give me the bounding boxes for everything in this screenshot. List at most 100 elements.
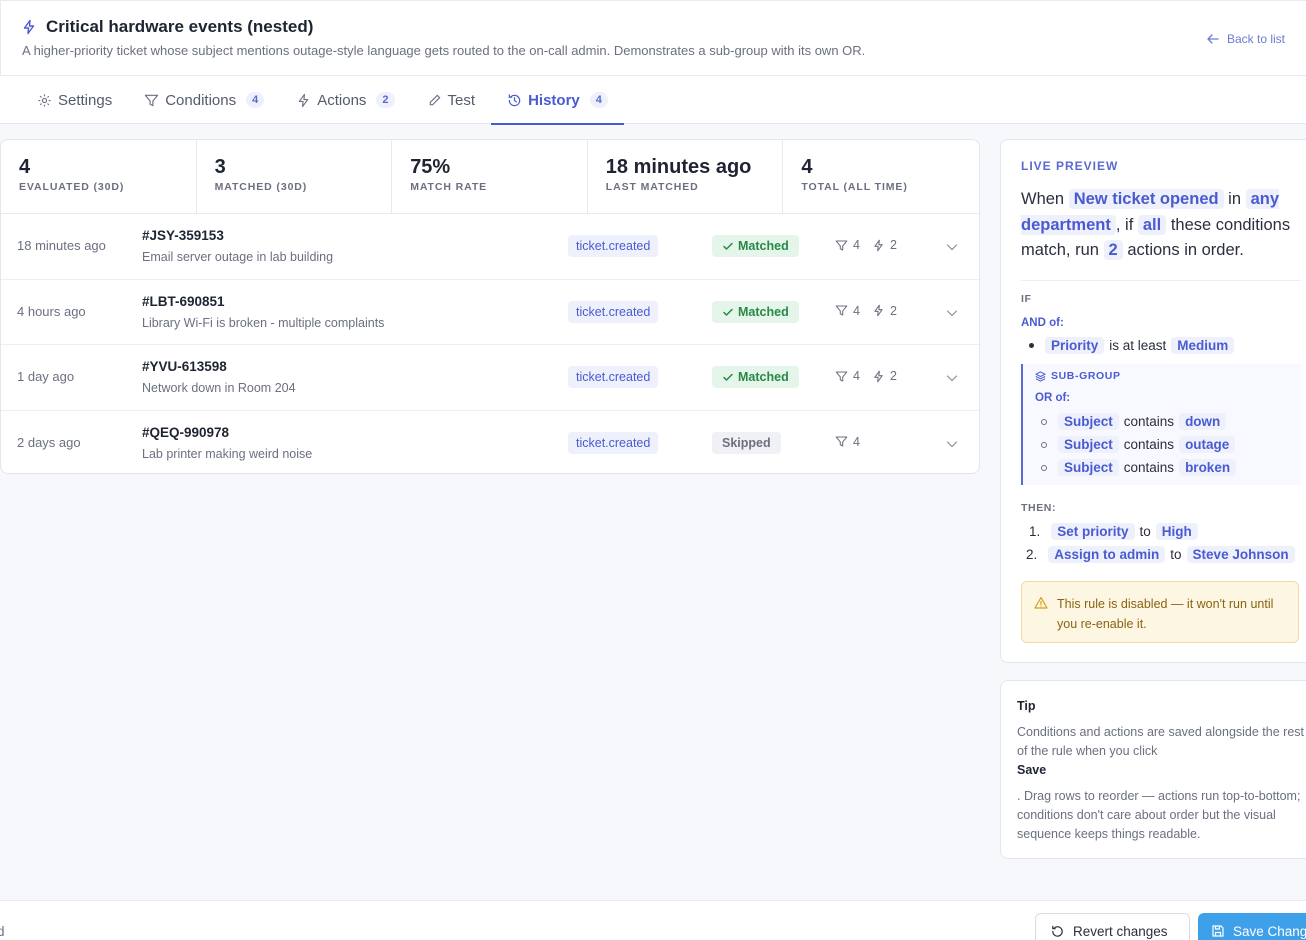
tab-conditions[interactable]: Conditions 4 (128, 76, 280, 124)
save-changes-button[interactable]: Save Changes (1198, 913, 1306, 940)
condition-value: broken (1179, 459, 1237, 476)
save-label: Save Changes (1233, 923, 1306, 939)
row-conditions-count: 4 (835, 369, 860, 383)
stat-value: 4 (19, 156, 31, 178)
tab-test[interactable]: Test (411, 76, 492, 124)
condition-operator: is at least (1109, 338, 1167, 353)
actions-count: 2 (890, 369, 897, 383)
page-header: Critical hardware events (nested) A high… (0, 0, 1306, 76)
check-icon (723, 308, 733, 316)
or-condition-line: Subject contains broken (1041, 459, 1237, 476)
row-ticket-id[interactable]: #QEQ-990978 (142, 425, 229, 440)
chevron-down-icon[interactable] (945, 371, 959, 385)
action-value: High (1155, 523, 1198, 540)
row-ticket-id[interactable]: #JSY-359153 (142, 228, 224, 243)
arrow-left-icon (1207, 34, 1219, 44)
and-label: AND of: (1021, 317, 1064, 329)
tip-save-word: Save (1017, 763, 1047, 777)
status-label: Matched (738, 370, 789, 384)
stat-value: 18 minutes ago (605, 156, 752, 178)
stat-label: TOTAL (ALL TIME) (801, 181, 908, 193)
conditions-count: 4 (853, 369, 860, 383)
tab-history-count: 4 (589, 92, 608, 108)
page-subtitle: A higher-priority ticket whose subject m… (22, 43, 866, 58)
tip-text: . Drag rows to reorder — actions run top… (1017, 789, 1301, 841)
stat-value: 75% (410, 156, 451, 178)
history-card: 4 EVALUATED (30D) 3 MATCHED (30D) 75% MA… (0, 139, 980, 474)
stat-value: 3 (214, 156, 226, 178)
stats-row: 4 EVALUATED (30D) 3 MATCHED (30D) 75% MA… (1, 140, 979, 214)
row-ticket-id[interactable]: #YVU-613598 (142, 359, 227, 374)
row-actions-count: 2 (872, 369, 897, 383)
tab-history[interactable]: History 4 (491, 76, 624, 125)
row-conditions-count: 4 (835, 238, 860, 252)
history-row[interactable]: 4 hours ago #LBT-690851 Library Wi-Fi is… (1, 280, 979, 345)
history-row[interactable]: 2 days ago #QEQ-990978 Lab printer makin… (1, 411, 979, 474)
action-count-chip: 2 (1103, 240, 1123, 260)
filter-icon (835, 371, 848, 381)
tab-bar: Settings Conditions 4 Actions 2 Test His… (0, 76, 1306, 125)
history-row[interactable]: 1 day ago #YVU-613598 Network down in Ro… (1, 345, 979, 411)
conditions-count: 4 (853, 303, 860, 318)
row-time: 4 hours ago (17, 303, 86, 319)
sub-group-header: SUB-GROUP (1035, 370, 1121, 382)
filter-icon (835, 436, 848, 447)
chevron-down-icon[interactable] (945, 240, 959, 254)
row-event-badge: ticket.created (568, 366, 659, 388)
row-time: 2 days ago (17, 434, 81, 450)
row-event-badge: ticket.created (568, 300, 659, 323)
condition-value: outage (1179, 436, 1236, 453)
status-badge: Matched (712, 366, 799, 388)
stat-label: MATCH RATE (410, 181, 488, 193)
action-line: 2. Assign to admin to Steve Johnson (1026, 546, 1295, 563)
row-conditions-count: 4 (835, 304, 860, 318)
revert-changes-button[interactable]: Revert changes (1035, 913, 1190, 940)
row-actions-count: 2 (872, 238, 897, 252)
action-value: Steve Johnson (1186, 546, 1295, 563)
row-ticket-id[interactable]: #LBT-690851 (142, 294, 225, 309)
sentence-if: , if (1115, 215, 1134, 234)
action-to: to (1170, 547, 1182, 562)
warning-text: This rule is disabled — it won't run unt… (1057, 597, 1274, 631)
chevron-down-icon[interactable] (945, 306, 959, 320)
stat-evaluated: 4 EVALUATED (30D) (1, 140, 197, 213)
row-event-badge: ticket.created (568, 431, 659, 454)
sentence-in: in (1228, 190, 1242, 208)
back-to-list-label: Back to list (1226, 32, 1285, 46)
history-row[interactable]: 18 minutes ago #JSY-359153 Email server … (1, 214, 979, 280)
pipette-icon (429, 94, 440, 105)
tip-panel: Tip Conditions and actions are saved alo… (1000, 680, 1306, 859)
tab-conditions-count: 4 (246, 92, 265, 108)
or-condition-line: Subject contains down (1041, 413, 1227, 430)
tab-settings[interactable]: Settings (21, 76, 128, 124)
lightning-icon (874, 239, 883, 251)
save-icon (1212, 925, 1224, 937)
undo-icon (1052, 925, 1063, 937)
condition-value: down (1179, 413, 1227, 430)
row-event-badge: ticket.created (568, 235, 659, 257)
back-to-list-link[interactable]: Back to list (1206, 32, 1285, 46)
stat-match-rate: 75% MATCH RATE (392, 140, 588, 213)
chevron-down-icon[interactable] (945, 437, 959, 451)
disabled-warning: This rule is disabled — it won't run unt… (1021, 581, 1299, 643)
stat-label: MATCHED (30D) (214, 181, 308, 193)
tip-text: Conditions and actions are saved alongsi… (1017, 725, 1304, 758)
check-icon (723, 373, 733, 381)
tab-conditions-label: Conditions (165, 91, 237, 109)
history-icon (508, 93, 521, 106)
divider (1021, 280, 1301, 281)
stat-last-matched: 18 minutes ago LAST MATCHED (588, 140, 784, 213)
action-number: 2. (1026, 547, 1038, 562)
action-name: Assign to admin (1048, 546, 1166, 563)
stat-total: 4 TOTAL (ALL TIME) (783, 140, 979, 213)
action-number: 1. (1029, 524, 1041, 539)
status-label: Matched (738, 239, 789, 253)
row-conditions-count: 4 (835, 435, 860, 449)
tab-actions[interactable]: Actions 2 (280, 76, 410, 124)
condition-value: Medium (1171, 337, 1235, 354)
lightning-icon (23, 19, 35, 35)
row-subject: Library Wi-Fi is broken - multiple compl… (142, 315, 385, 330)
condition-operator: contains (1123, 437, 1175, 452)
condition-line: Priority is at least Medium (1029, 337, 1235, 354)
page-title: Critical hardware events (nested) (46, 17, 314, 36)
